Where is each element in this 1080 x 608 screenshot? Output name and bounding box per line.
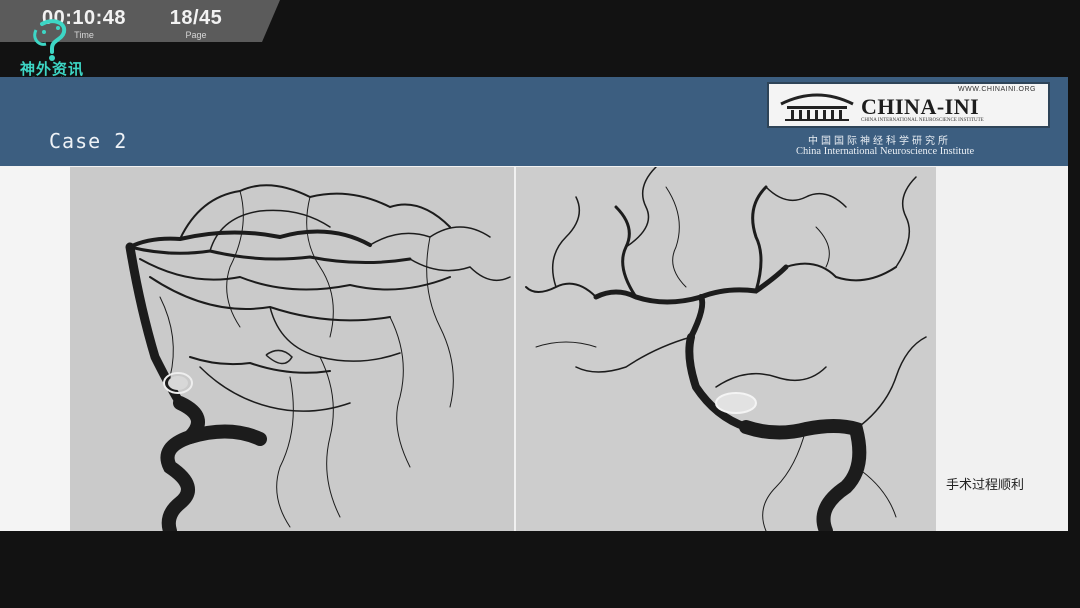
chinaini-url: WWW.CHINAINI.ORG — [958, 86, 1036, 93]
brain-question-icon — [33, 19, 67, 61]
building-emblem-icon — [780, 93, 854, 121]
institute-name-chinese: 中国国际神经科学研究所 — [808, 136, 951, 147]
slide-caption: 手术过程顺利 — [946, 478, 1025, 493]
logo-icon: 神外资讯 Neurosurgery News — [14, 18, 94, 86]
page-indicator-value: 18/45 — [169, 7, 223, 29]
page-indicator-caption: Page — [185, 30, 207, 40]
slide-header: Case 2 WWW.CHINAINI.ORG CHINA-INI CHINA … — [0, 77, 1068, 166]
slide-title: Case 2 — [49, 129, 128, 153]
angiogram-lateral-image — [70, 167, 514, 531]
player-top-bar: 00:10:48 Time 18/45 Page 神外资讯 Neurosurge… — [0, 0, 1080, 81]
slide-right-edge — [1068, 77, 1080, 531]
chinaini-logo-badge: WWW.CHINAINI.ORG CHINA-INI CHINA INTERNA… — [767, 82, 1050, 128]
angiogram-ap-image — [516, 167, 936, 531]
institute-name-english: China International Neuroscience Institu… — [796, 146, 975, 157]
player-bottom-bar — [0, 531, 1080, 608]
chinaini-name: CHINA-INI — [861, 94, 980, 119]
angiogram-ap-drawing — [516, 167, 936, 531]
chinaini-subtitle: CHINA INTERNATIONAL NEUROSCIENCE INSTITU… — [861, 118, 984, 123]
presentation-slide: Case 2 WWW.CHINAINI.ORG CHINA-INI CHINA … — [0, 77, 1080, 531]
angiogram-lateral-drawing — [70, 167, 514, 531]
page-indicator: 18/45 Page — [160, 6, 232, 40]
slide-left-margin — [0, 166, 70, 531]
